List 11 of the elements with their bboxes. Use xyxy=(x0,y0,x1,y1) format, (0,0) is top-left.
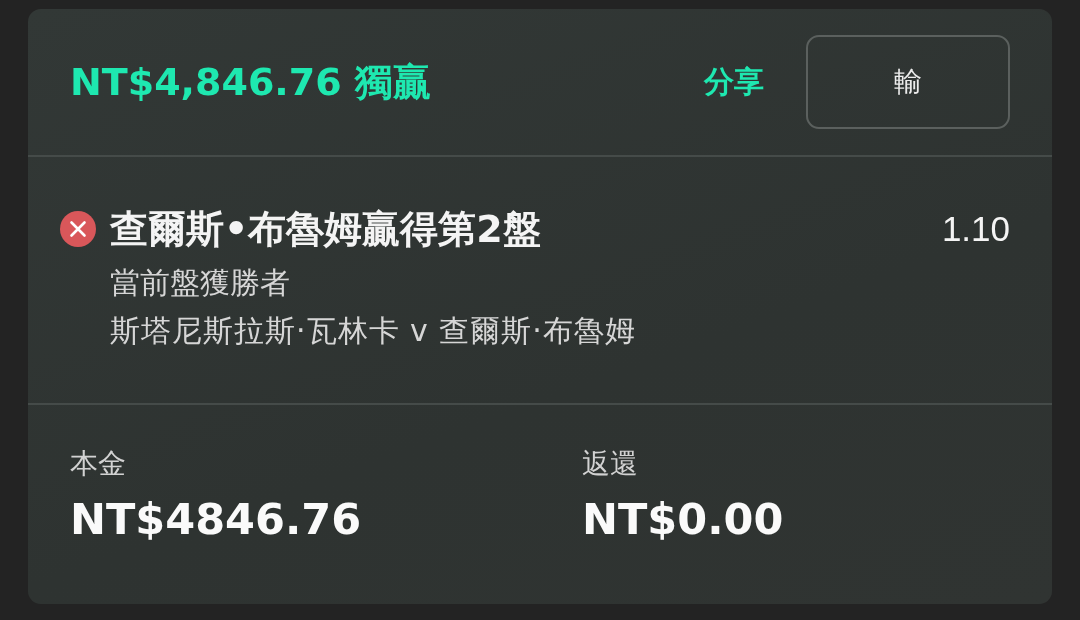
summary-label: 本金 xyxy=(70,446,127,482)
share-link[interactable]: 分享 xyxy=(704,61,764,103)
summary-value: NT$0.00 xyxy=(582,494,785,544)
market-name: 當前盤獲勝者 xyxy=(110,264,291,302)
summary-label: 返還 xyxy=(582,446,639,482)
summary-value: NT$4846.76 xyxy=(70,494,363,544)
event-name: 斯塔尼斯拉斯·瓦林卡 v 查爾斯·布魯姆 xyxy=(110,312,637,350)
selection-title: 查爾斯•布魯姆贏得第2盤 xyxy=(110,207,541,251)
result-button[interactable]: 輸 xyxy=(806,35,1010,129)
bet-title: NT$4,846.76 獨贏 xyxy=(70,58,431,106)
odds-value: 1.10 xyxy=(941,208,1010,250)
